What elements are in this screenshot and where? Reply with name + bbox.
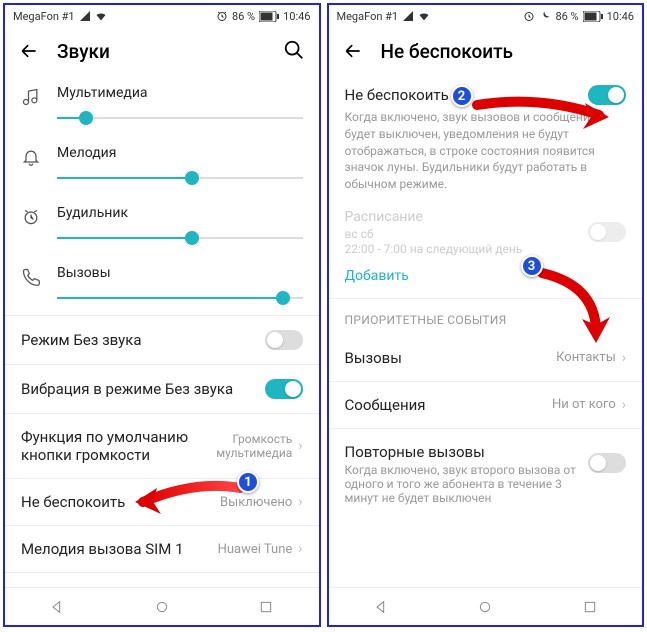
back-button[interactable] [341, 39, 365, 63]
slider-media: Мультимедиа [5, 75, 319, 135]
nav-back[interactable] [27, 595, 87, 619]
schedule-days: вс сб [345, 227, 523, 241]
setting-label: Вызовы [345, 349, 557, 367]
time-label: 10:46 [283, 10, 310, 23]
annotation-badge-1: 1 [237, 471, 259, 493]
dnd-description: Когда включено, звук вызовов и сообщений… [329, 107, 643, 203]
silent-mode-row[interactable]: Режим Без звука [5, 315, 319, 364]
annotation-badge-3: 3 [521, 255, 543, 277]
page-title: Звуки [57, 40, 283, 63]
dnd-toggle-row: Не беспокоить [329, 75, 643, 107]
setting-label: Повторные вызовы [345, 443, 589, 461]
signal-icon [402, 10, 414, 22]
bell-icon [21, 147, 43, 171]
carrier-label: MegaFon #1 [13, 10, 75, 23]
alarm-icon [216, 10, 228, 22]
battery-label: 86 % [555, 10, 578, 23]
slider-track[interactable] [57, 107, 303, 129]
slider-label: Вызовы [57, 265, 303, 281]
slider-alarm: Будильник [5, 195, 319, 255]
section-priority: ПРИОРИТЕТНЫЕ СОБЫТИЯ [329, 298, 643, 335]
carrier-label: MegaFon #1 [337, 10, 399, 23]
clock-icon [21, 207, 43, 231]
setting-value: Контакты [556, 350, 616, 365]
music-icon [21, 87, 43, 111]
schedule-row[interactable]: Расписание вс сб 22:00 - 7:00 на следующ… [329, 203, 643, 262]
priority-messages-row[interactable]: Сообщения Ни от кого › [329, 381, 643, 428]
page-title: Не беспокоить [381, 40, 631, 63]
status-bar: MegaFon #1 86 % 10:46 [329, 5, 643, 27]
repeat-toggle[interactable] [588, 453, 626, 473]
setting-label: Мелодия вызова SIM 1 [21, 540, 218, 558]
chevron-right-icon: › [298, 438, 302, 454]
slider-track[interactable] [57, 287, 303, 309]
phone-right: MegaFon #1 86 % 10:46 Не беспокоить Не б… [327, 3, 645, 627]
nav-home[interactable] [132, 595, 192, 619]
wifi-icon [418, 10, 430, 22]
phone-left: MegaFon #1 86 % 10:46 Звуки [3, 3, 321, 627]
slider-track[interactable] [57, 227, 303, 249]
chevron-right-icon: › [622, 397, 626, 413]
battery-icon [583, 11, 603, 22]
alarm-icon [523, 10, 535, 22]
setting-description: Когда включено, звук второго вызова от о… [345, 463, 589, 505]
phone-icon [21, 267, 43, 291]
setting-label: Сообщения [345, 396, 552, 414]
battery-label: 86 % [232, 10, 255, 23]
moon-icon [539, 10, 551, 22]
setting-value: Huawei Tune [218, 542, 293, 557]
chevron-right-icon: › [622, 350, 626, 366]
signal-icon [79, 10, 91, 22]
battery-icon [259, 11, 279, 22]
vibrate-row[interactable]: Вибрация в режиме Без звука [5, 364, 319, 413]
chevron-right-icon: › [298, 541, 302, 557]
header: Не беспокоить [329, 27, 643, 75]
priority-calls-row[interactable]: Вызовы Контакты › [329, 335, 643, 381]
slider-calls: Вызовы [5, 255, 319, 315]
slider-ringtone: Мелодия [5, 135, 319, 195]
nav-recent[interactable] [236, 595, 296, 619]
wifi-icon [95, 10, 107, 22]
nav-back[interactable] [351, 595, 411, 619]
setting-label: Не беспокоить [21, 493, 220, 511]
setting-value: Выключено [220, 495, 292, 510]
schedule-time: 22:00 - 7:00 на следующий день [345, 242, 523, 256]
volume-key-row[interactable]: Функция по умолчанию кнопки громкости Гр… [5, 413, 319, 478]
slider-label: Будильник [57, 205, 303, 221]
repeat-calls-row[interactable]: Повторные вызовы Когда включено, звук вт… [329, 428, 643, 519]
dnd-row[interactable]: Не беспокоить Выключено › [5, 478, 319, 525]
setting-value: Громкость мультимедиа [192, 432, 292, 461]
nav-home[interactable] [455, 595, 515, 619]
vibrate-toggle[interactable] [265, 379, 303, 399]
annotation-badge-2: 2 [451, 85, 473, 107]
nav-recent[interactable] [560, 595, 620, 619]
nav-bar [5, 587, 319, 625]
schedule-toggle[interactable] [588, 222, 626, 242]
silent-toggle[interactable] [265, 330, 303, 350]
dnd-toggle[interactable] [588, 85, 626, 105]
search-button[interactable] [283, 39, 307, 63]
slider-label: Мелодия [57, 145, 303, 161]
setting-label: Вибрация в режиме Без звука [21, 380, 265, 398]
sim1-ringtone-row[interactable]: Мелодия вызова SIM 1 Huawei Tune › [5, 525, 319, 572]
header: Звуки [5, 27, 319, 75]
slider-track[interactable] [57, 167, 303, 189]
add-schedule-link[interactable]: Добавить [329, 262, 643, 298]
chevron-right-icon: › [298, 494, 302, 510]
setting-label: Функция по умолчанию кнопки громкости [21, 428, 192, 464]
back-button[interactable] [17, 39, 41, 63]
nav-bar [329, 587, 643, 625]
time-label: 10:46 [607, 10, 634, 23]
slider-label: Мультимедиа [57, 85, 303, 101]
setting-value: Ни от кого [552, 397, 616, 412]
schedule-title: Расписание [345, 209, 523, 225]
setting-label: Режим Без звука [21, 331, 265, 349]
status-bar: MegaFon #1 86 % 10:46 [5, 5, 319, 27]
